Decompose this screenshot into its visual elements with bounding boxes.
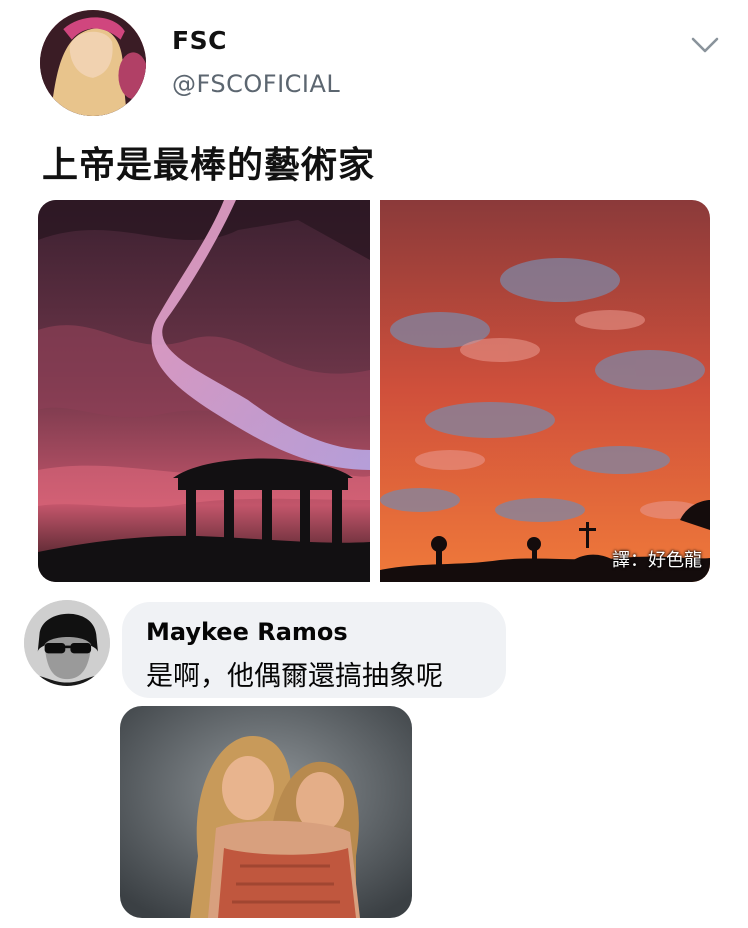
comment-photo[interactable] [120, 706, 412, 918]
post-header: FSC @FSCOFICIAL [38, 8, 728, 120]
author-name[interactable]: FSC [172, 26, 227, 55]
post-text: 上帝是最棒的藝術家 [42, 145, 376, 186]
commenter-name[interactable]: Maykee Ramos [146, 618, 348, 646]
author-avatar[interactable] [40, 10, 146, 116]
comment-bubble[interactable]: Maykee Ramos 是啊，他偶爾還搞抽象呢 [122, 602, 506, 698]
watermark: 譯：好色龍 [612, 550, 702, 571]
chevron-down-icon[interactable] [690, 34, 720, 56]
post-photo-sky-gazebo[interactable] [38, 200, 370, 582]
commenter-avatar[interactable] [24, 600, 110, 686]
author-handle[interactable]: @FSCOFICIAL [172, 70, 340, 98]
post-photo-sunset-sky[interactable]: 譯：好色龍 [380, 200, 710, 582]
post-photos: 譯：好色龍 [38, 200, 710, 582]
comment-text: 是啊，他偶爾還搞抽象呢 [146, 661, 443, 692]
